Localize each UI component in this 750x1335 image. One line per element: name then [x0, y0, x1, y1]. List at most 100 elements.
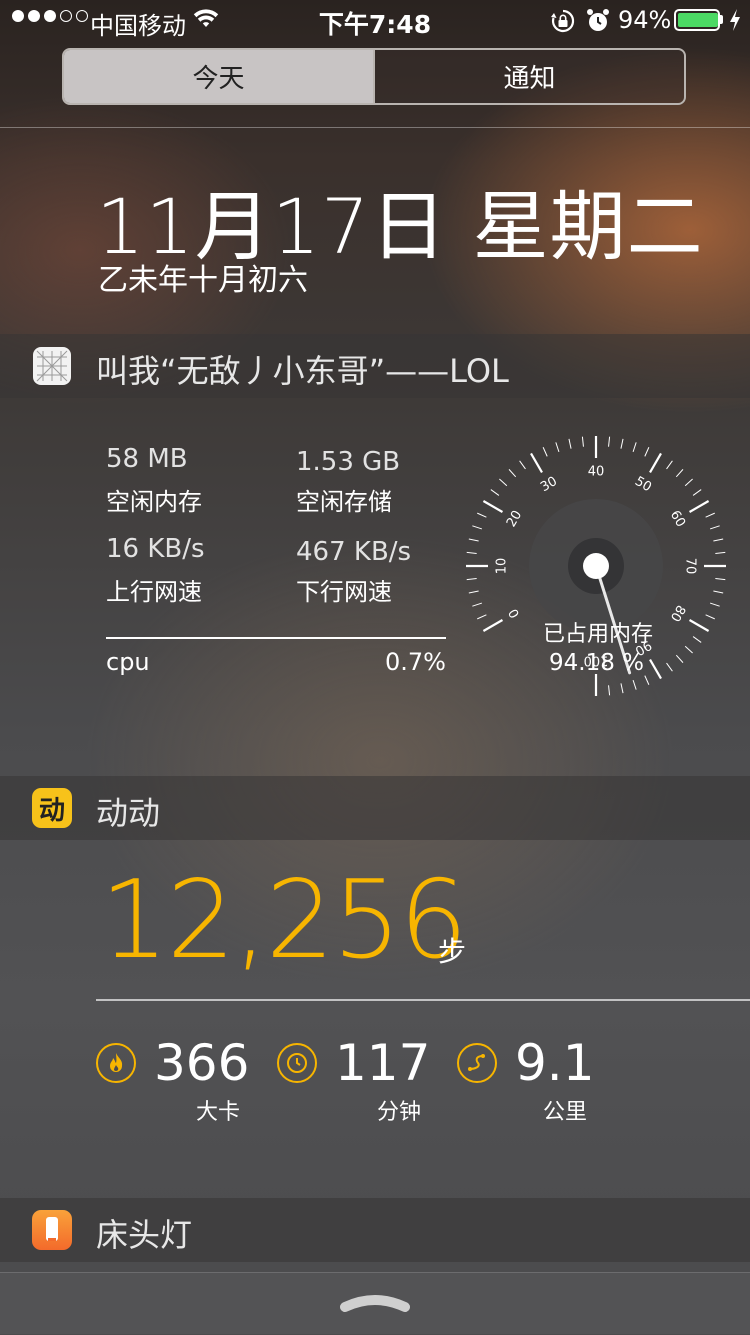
gauge-minor-tick [508, 469, 517, 478]
gauge-label: 已占用内存 [543, 622, 654, 647]
gauge-tick-label: 30 [538, 474, 560, 495]
gauge-minor-tick [620, 683, 624, 694]
gauge-minor-tick [466, 578, 477, 581]
view-segmented-control: 今天 通知 [62, 48, 686, 105]
gauge-tick-label: 10 [495, 558, 510, 575]
gauge-tick-label: 20 [504, 508, 525, 530]
route-icon [457, 1043, 497, 1083]
distance-value: 9.1 [515, 1034, 595, 1092]
calories-label: 大卡 [196, 1100, 241, 1125]
gauge-minor-tick [519, 460, 526, 470]
cpu-label: cpu [106, 648, 150, 676]
gauge-minor-tick [542, 447, 548, 457]
gauge-major-tick [530, 452, 543, 474]
lunar-date: 乙未年十月初六 [98, 263, 308, 298]
gauge-minor-tick [644, 675, 650, 685]
gauge-minor-tick [468, 538, 479, 542]
gauge-minor-tick [684, 478, 693, 487]
gauge-minor-tick [608, 436, 611, 447]
gauge-major-tick [649, 452, 662, 474]
charging-icon [728, 8, 742, 38]
distance-label: 公里 [543, 1100, 588, 1125]
gauge-minor-tick [499, 478, 508, 487]
tab-today[interactable]: 今天 [64, 50, 373, 103]
download-speed-value: 467 KB/s [296, 537, 412, 567]
gauge-minor-tick [568, 438, 572, 449]
gauge-minor-tick [468, 590, 479, 594]
gauge-minor-tick [490, 489, 500, 496]
free-memory-label: 空闲内存 [106, 488, 202, 516]
dongdong-app-icon: 动 [32, 788, 72, 828]
gauge-minor-tick [608, 685, 611, 696]
divider [0, 127, 750, 128]
alarm-icon [586, 8, 610, 40]
gauge-hub [583, 553, 609, 579]
gauge-tick-label: 60 [667, 508, 688, 530]
upload-speed-value: 16 KB/s [106, 534, 205, 564]
gauge-tick-label: 0 [506, 606, 523, 621]
gauge-minor-tick [705, 512, 715, 518]
flame-icon [96, 1043, 136, 1083]
gauge-minor-tick [713, 590, 724, 594]
gauge-minor-tick [692, 636, 702, 643]
gauge-minor-tick [632, 442, 637, 453]
lamp-widget-header[interactable]: 床头灯 [0, 1198, 750, 1262]
gauge-minor-tick [705, 614, 715, 620]
gauge-major-tick [649, 658, 662, 680]
gauge-minor-tick [466, 551, 477, 554]
gauge-minor-tick [709, 525, 720, 530]
gauge-minor-tick [709, 602, 720, 607]
gauge-minor-tick [715, 551, 726, 554]
minutes-value: 117 [335, 1034, 431, 1092]
gauge-minor-tick [692, 489, 702, 496]
step-count: 12,256 [100, 858, 468, 983]
notification-center-handle[interactable] [0, 1272, 750, 1335]
gauge-minor-tick [472, 602, 483, 607]
gauge-minor-tick [555, 442, 560, 453]
gauge-major-tick [482, 619, 504, 632]
dongdong-widget-title: 动动 [96, 794, 161, 832]
gauge-major-tick [688, 500, 710, 513]
cpu-divider [106, 637, 446, 639]
gauge-minor-tick [472, 525, 483, 530]
battery-icon [674, 9, 720, 31]
step-unit: 步 [438, 935, 467, 968]
gauge-minor-tick [713, 538, 724, 542]
gauge-minor-tick [675, 469, 684, 478]
upload-speed-label: 上行网速 [106, 578, 202, 606]
gauge-major-tick [688, 619, 710, 632]
gauge-tick-label: 50 [632, 474, 654, 495]
gauge-minor-tick [684, 645, 693, 654]
status-bar: 中国移动 下午7:48 94% [0, 0, 750, 40]
gauge-tick-label: 80 [667, 602, 688, 624]
battery-percent: 94% [618, 6, 672, 34]
free-storage-value: 1.53 GB [296, 447, 401, 477]
gauge-minor-tick [581, 436, 584, 447]
system-monitor-app-icon [33, 347, 71, 385]
gauge-minor-tick [666, 460, 673, 470]
gauge-minor-tick [477, 512, 487, 518]
gauge-minor-tick [675, 654, 684, 663]
gauge-minor-tick [644, 447, 650, 457]
cpu-value: 0.7% [385, 648, 446, 676]
gauge-minor-tick [477, 614, 487, 620]
system-widget-header[interactable]: 叫我“无敌丿小东哥”——LOL [0, 334, 750, 398]
dongdong-widget-header[interactable]: 动 动动 [0, 776, 750, 840]
free-memory-value: 58 MB [106, 444, 188, 474]
lamp-app-icon [32, 1210, 72, 1250]
gauge-value: 94.18 % [549, 650, 645, 676]
tab-notifications[interactable]: 通知 [373, 50, 684, 103]
calories-value: 366 [154, 1034, 250, 1092]
gauge-minor-tick [632, 679, 637, 690]
gauge-minor-tick [666, 662, 673, 672]
gauge-minor-tick [715, 578, 726, 581]
gauge-major-tick [482, 500, 504, 513]
clock-icon [277, 1043, 317, 1083]
gauge-minor-tick [620, 438, 624, 449]
system-widget-title: 叫我“无敌丿小东哥”——LOL [96, 352, 509, 390]
gauge-tick-label: 40 [588, 465, 605, 480]
chevron-up-icon [340, 1295, 410, 1312]
rotation-lock-icon [550, 8, 576, 40]
steps-divider [96, 999, 750, 1001]
free-storage-label: 空闲存储 [296, 488, 392, 516]
